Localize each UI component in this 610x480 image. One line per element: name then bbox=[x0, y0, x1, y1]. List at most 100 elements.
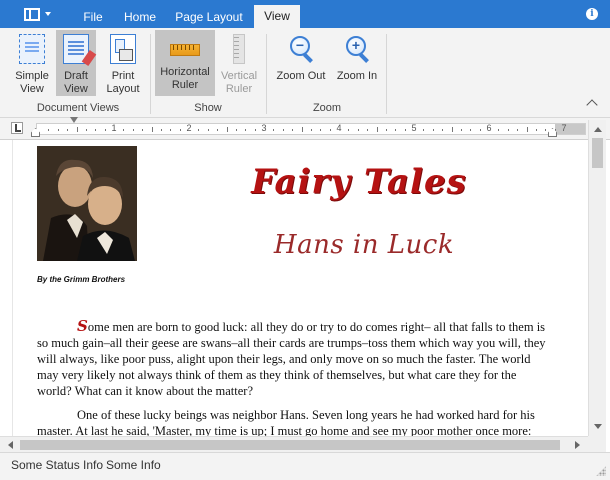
ruler-scale[interactable]: 1 2 3 4 5 6 7 bbox=[36, 123, 586, 135]
tab-view[interactable]: View bbox=[254, 5, 300, 28]
group-separator bbox=[386, 34, 387, 114]
group-label-show: Show bbox=[194, 102, 222, 114]
ribbon: Simple View Draft View Print Layout Docu… bbox=[0, 28, 610, 118]
ruler-tick bbox=[67, 129, 69, 131]
collapse-ribbon-icon[interactable] bbox=[586, 99, 598, 111]
ruler-tick bbox=[179, 129, 181, 131]
document-area[interactable]: By the Grimm Brothers Fairy Tales Hans i… bbox=[0, 140, 610, 436]
horizontal-ruler-button[interactable]: Horizontal Ruler bbox=[155, 30, 215, 96]
vertical-ruler-label-2: Ruler bbox=[225, 83, 253, 95]
scroll-up-icon[interactable] bbox=[594, 127, 602, 132]
draft-view-button[interactable]: Draft View bbox=[56, 30, 96, 96]
ruler-tick bbox=[292, 129, 294, 131]
scrollbar-corner bbox=[588, 436, 606, 452]
ruler-tick bbox=[507, 129, 509, 131]
ribbon-tab-bar: File Home Page Layout View i bbox=[0, 0, 610, 28]
ruler-tick bbox=[95, 129, 97, 131]
document-body: Some men are born to good luck: all they… bbox=[37, 318, 551, 436]
vertical-scrollbar[interactable] bbox=[588, 120, 606, 436]
scroll-down-icon[interactable] bbox=[594, 424, 602, 429]
application-menu-button[interactable] bbox=[14, 4, 60, 24]
vertical-ruler-label-1: Vertical bbox=[220, 70, 258, 82]
horizontal-ruler-label-1: Horizontal bbox=[160, 66, 210, 78]
tab-page-layout[interactable]: Page Layout bbox=[166, 6, 252, 28]
ruler-tick bbox=[357, 129, 359, 131]
draft-view-icon bbox=[63, 34, 89, 64]
ruler-tick bbox=[48, 129, 50, 131]
zoom-in-icon: + bbox=[342, 34, 372, 64]
ruler-tick bbox=[535, 129, 537, 131]
ruler-tick bbox=[367, 129, 369, 131]
ruler-tick bbox=[282, 129, 284, 131]
scroll-right-icon[interactable] bbox=[575, 441, 580, 449]
grimm-brothers-portrait bbox=[37, 146, 137, 261]
ruler-number: 5 bbox=[411, 123, 417, 133]
simple-view-button[interactable]: Simple View bbox=[10, 30, 54, 96]
ruler-tick bbox=[404, 129, 406, 131]
ruler-tick bbox=[395, 129, 397, 131]
horizontal-ruler-label-2: Ruler bbox=[171, 79, 199, 91]
byline: By the Grimm Brothers bbox=[37, 275, 126, 284]
horizontal-ruler: 1 2 3 4 5 6 7 bbox=[0, 118, 610, 140]
ruler-number: 2 bbox=[186, 123, 192, 133]
ruler-tick bbox=[273, 129, 275, 131]
ruler-number: 6 bbox=[486, 123, 492, 133]
ruler-tick bbox=[320, 129, 322, 131]
tab-stop-type-icon[interactable] bbox=[11, 122, 23, 134]
ruler-tick bbox=[423, 129, 425, 131]
print-layout-label-1: Print bbox=[111, 70, 135, 82]
ruler-tick bbox=[160, 129, 162, 131]
ruler-tick bbox=[85, 129, 87, 131]
ruler-tick bbox=[132, 129, 134, 131]
info-icon[interactable]: i bbox=[586, 8, 598, 20]
tab-file[interactable]: File bbox=[72, 6, 114, 28]
scroll-left-icon[interactable] bbox=[8, 441, 13, 449]
ruler-tick bbox=[151, 127, 153, 132]
status-info-secondary: Some Info bbox=[106, 458, 161, 472]
draft-view-label-2: View bbox=[64, 83, 88, 95]
ruler-tick bbox=[207, 129, 209, 131]
document-title: Fairy Tales bbox=[251, 162, 467, 202]
window-icon bbox=[23, 7, 40, 21]
resize-grip-icon[interactable] bbox=[596, 466, 606, 476]
ruler-tick bbox=[517, 129, 519, 131]
ruler-tick bbox=[170, 129, 172, 131]
ruler-tick bbox=[235, 129, 237, 131]
ruler-tick bbox=[348, 129, 350, 131]
zoom-out-button[interactable]: − Zoom Out bbox=[272, 30, 330, 96]
horizontal-ruler-icon bbox=[170, 44, 200, 56]
ruler-tick bbox=[217, 129, 219, 131]
vertical-scroll-thumb[interactable] bbox=[592, 138, 603, 168]
ruler-number: 4 bbox=[336, 123, 342, 133]
ruler-tick bbox=[198, 129, 200, 131]
ruler-tick bbox=[545, 129, 547, 131]
document-page[interactable]: By the Grimm Brothers Fairy Tales Hans i… bbox=[12, 140, 586, 436]
print-layout-label-2: Layout bbox=[106, 83, 140, 95]
paragraph: One of these lucky beings was neighbor H… bbox=[37, 408, 535, 436]
ruler-tick bbox=[329, 129, 331, 131]
ruler-tick bbox=[376, 127, 378, 132]
ruler-tick bbox=[226, 127, 228, 132]
zoom-out-label: Zoom Out bbox=[276, 70, 326, 82]
print-layout-button[interactable]: Print Layout bbox=[100, 30, 146, 96]
zoom-in-button[interactable]: + Zoom In bbox=[332, 30, 382, 96]
simple-view-icon bbox=[19, 34, 45, 64]
draft-view-label-1: Draft bbox=[64, 70, 88, 82]
drop-cap: S bbox=[77, 317, 88, 335]
status-info: Some Status Info bbox=[11, 458, 104, 472]
tab-home[interactable]: Home bbox=[116, 6, 164, 28]
document-subtitle: Hans in Luck bbox=[273, 230, 455, 260]
ruler-tick bbox=[57, 129, 59, 131]
ruler-tick bbox=[451, 127, 453, 132]
ruler-number: 1 bbox=[111, 123, 117, 133]
ruler-tick bbox=[301, 127, 303, 132]
simple-view-label-2: View bbox=[20, 83, 44, 95]
zoom-in-label: Zoom In bbox=[336, 70, 378, 82]
chevron-down-icon bbox=[44, 12, 51, 16]
first-line-indent-marker[interactable] bbox=[70, 117, 78, 123]
horizontal-scroll-thumb[interactable] bbox=[20, 440, 560, 450]
ruler-tick bbox=[432, 129, 434, 131]
simple-view-label-1: Simple bbox=[15, 70, 49, 82]
horizontal-scrollbar[interactable] bbox=[0, 436, 588, 452]
ruler-tick bbox=[254, 129, 256, 131]
